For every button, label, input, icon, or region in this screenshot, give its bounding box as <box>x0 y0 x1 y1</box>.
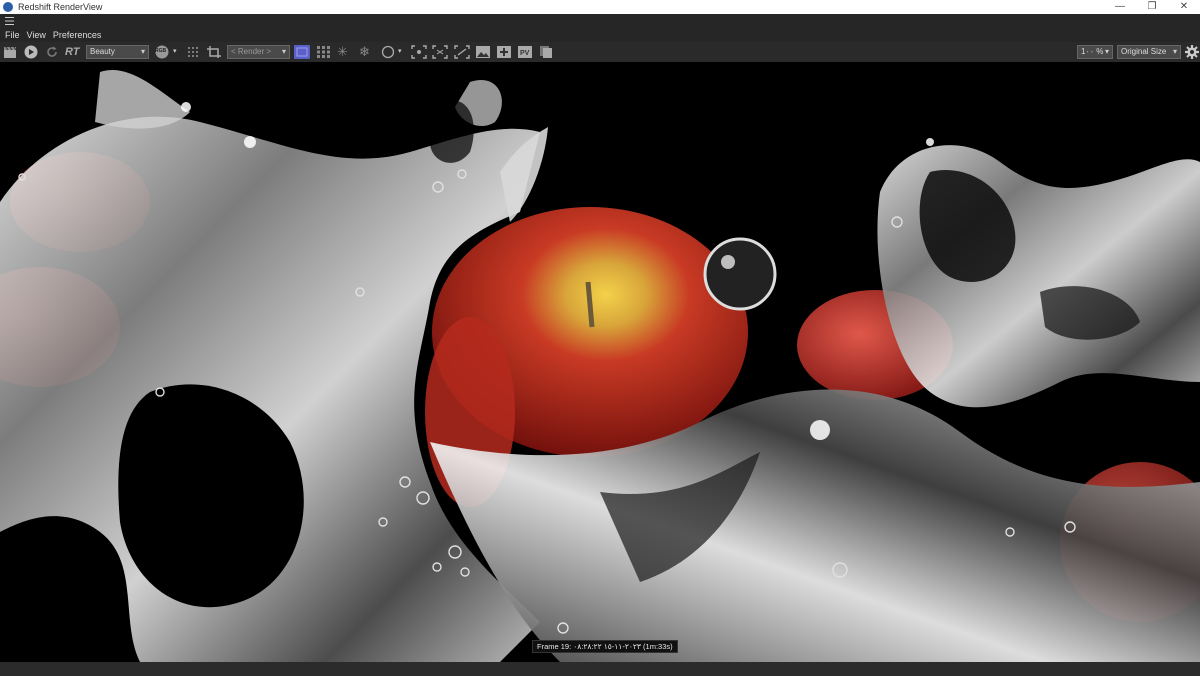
menu-file[interactable]: File <box>5 30 20 40</box>
circle-icon[interactable] <box>381 45 395 59</box>
zoom-input[interactable]: 1٠٠ % <box>1077 45 1113 59</box>
menu-bar: File View Preferences <box>0 28 1200 42</box>
chevron-down-icon[interactable]: ▾ <box>173 45 179 59</box>
window-title: Redshift RenderView <box>18 2 103 12</box>
snowflake-icon[interactable]: ✳ <box>337 45 351 59</box>
chevron-down-icon[interactable]: ▾ <box>398 45 404 59</box>
rendered-image <box>0 70 1200 662</box>
minimize-button[interactable]: — <box>1104 0 1136 14</box>
gear-icon[interactable] <box>1185 45 1199 59</box>
menu-preferences[interactable]: Preferences <box>53 30 102 40</box>
status-bar <box>0 662 1200 676</box>
hamburger-menu-icon[interactable] <box>5 17 14 25</box>
menu-view[interactable]: View <box>27 30 46 40</box>
image-icon[interactable] <box>475 45 491 59</box>
freeze-icon[interactable]: ❄ <box>359 45 373 59</box>
play-render-icon[interactable] <box>24 45 38 59</box>
clapperboard-icon[interactable] <box>3 45 17 59</box>
copy-icon[interactable] <box>538 45 554 59</box>
bucket-grid-icon[interactable] <box>316 45 332 59</box>
svg-text:PV: PV <box>520 50 530 57</box>
focus-frame-icon[interactable] <box>411 45 427 59</box>
add-snapshot-icon[interactable] <box>496 45 512 59</box>
grid-dots-icon[interactable] <box>186 45 200 59</box>
redshift-logo-icon <box>3 2 13 12</box>
rgb-label: RGB <box>155 48 167 54</box>
camera-select[interactable]: < Render > <box>227 45 290 59</box>
expand-frame-icon[interactable] <box>454 45 470 59</box>
size-select[interactable]: Original Size <box>1117 45 1181 59</box>
aov-select[interactable]: Beauty <box>86 45 149 59</box>
render-viewport[interactable]: Frame 19: ٢٠٢٣-١١-١٥ ٠٨:٢٨:٢٢ (1m:33s) <box>0 62 1200 662</box>
hamburger-bar <box>0 14 1200 28</box>
title-bar: Redshift RenderView — ❐ ✕ <box>0 0 1200 14</box>
close-button[interactable]: ✕ <box>1168 0 1200 14</box>
rt-mode-button[interactable]: RT <box>65 45 83 59</box>
toolbar: RT Beauty RGB ▾ < Render > ✳ ❄ ▾ PV <box>0 42 1200 70</box>
restore-button[interactable]: ❐ <box>1136 0 1168 14</box>
frame-info-label: Frame 19: ٢٠٢٣-١١-١٥ ٠٨:٢٨:٢٢ (1m:33s) <box>532 640 678 653</box>
refresh-icon[interactable] <box>45 45 59 59</box>
fit-frame-icon[interactable] <box>432 45 448 59</box>
snapshot-pv-icon[interactable]: PV <box>517 45 533 59</box>
crop-icon[interactable] <box>206 45 222 59</box>
rgb-channel-button[interactable]: RGB <box>154 45 170 59</box>
region-render-icon[interactable] <box>294 45 310 59</box>
window-controls: — ❐ ✕ <box>1104 0 1200 14</box>
